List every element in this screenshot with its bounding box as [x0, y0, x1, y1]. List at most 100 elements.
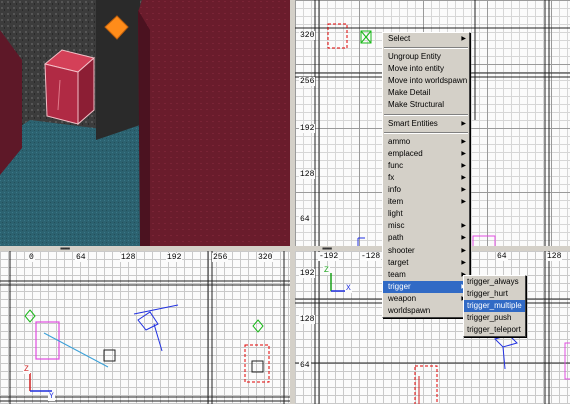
xy-label-128: 128 [299, 170, 316, 179]
submenu-arrow-icon: ▶ [461, 174, 466, 181]
submenu-item-trigger-hurt[interactable]: trigger_hurt [464, 288, 525, 300]
menu-item-label: Make Detail [388, 88, 431, 98]
menu-item-shooter[interactable]: shooter ▶ [383, 245, 469, 257]
submenu-arrow-icon: ▶ [461, 187, 466, 194]
menu-item-label: Ungroup Entity [388, 52, 441, 62]
entity-green-xz [24, 309, 264, 333]
menu-item-label: info [388, 185, 401, 195]
submenu-item-trigger-always[interactable]: trigger_always [464, 276, 525, 288]
vertical-splitter[interactable] [290, 0, 295, 404]
yz-axis-z: Z [323, 266, 330, 275]
trigger-submenu: trigger_always trigger_hurt trigger_multip… [463, 275, 526, 338]
entity-xy [360, 30, 372, 44]
yz-axis-x: X [345, 284, 352, 293]
xy-top-label-neg192: -192 [318, 252, 340, 261]
grid-view-xz[interactable]: 0 64 128 192 256 320 Z Y [0, 251, 290, 404]
menu-item-smart-entities[interactable]: Smart Entities ▶ [383, 118, 469, 130]
menu-item-ungroup-entity[interactable]: Ungroup Entity [383, 51, 469, 63]
angle-arrow-xz [133, 304, 179, 352]
submenu-arrow-icon: ▶ [461, 199, 466, 206]
menu-item-label: trigger_teleport [467, 325, 521, 335]
menu-item-label: Smart Entities [388, 118, 438, 128]
menu-item-misc[interactable]: misc ▶ [383, 220, 469, 232]
menu-item-label: Select [388, 34, 411, 43]
menu-item-make-structural[interactable]: Make Structural [383, 99, 469, 111]
menu-separator [384, 113, 468, 116]
menu-item-label: trigger [388, 281, 411, 291]
menu-item-label: trigger_push [467, 313, 512, 323]
xz-axis-y: Y [48, 392, 55, 401]
selected-brush-xz [244, 344, 270, 383]
trigger-entity-box [43, 49, 96, 126]
menu-item-label: path [388, 233, 404, 243]
menu-item-weapon[interactable]: weapon▶ [383, 293, 469, 305]
selected-brush-yz [414, 365, 438, 404]
xz-label-192: 192 [166, 253, 183, 262]
camera-3d-view[interactable] [0, 0, 290, 246]
submenu-arrow-icon: ▶ [461, 223, 466, 230]
submenu-arrow-icon: ▶ [461, 120, 466, 127]
menu-item-label: emplaced [388, 148, 423, 158]
menu-item-label: Make Structural [388, 100, 445, 110]
xz-label-64: 64 [75, 253, 87, 262]
xy-label-64: 64 [299, 215, 311, 224]
submenu-arrow-icon: ▶ [461, 247, 466, 254]
menu-item-label: func [388, 160, 404, 170]
menu-item-info[interactable]: info ▶ [383, 184, 469, 196]
menu-item-move-into-entity[interactable]: Move into entity [383, 63, 469, 75]
submenu-arrow-icon: ▶ [461, 235, 466, 242]
submenu-item-trigger-teleport[interactable]: trigger_teleport [464, 324, 525, 336]
xz-axis-z: Z [23, 365, 30, 374]
camera-scene [0, 0, 290, 246]
xz-brushes [0, 251, 290, 404]
menu-item-label: weapon [388, 293, 417, 303]
menu-item-ammo[interactable]: ammo ▶ [383, 136, 469, 148]
menu-item-label: team [388, 269, 406, 279]
menu-item-label: worldspawn [388, 305, 431, 315]
menu-item-label: target [388, 257, 409, 267]
menu-item-label: Move into worldspawn [388, 76, 468, 86]
menu-item-trigger[interactable]: trigger▶ [383, 280, 469, 293]
menu-item-target[interactable]: target ▶ [383, 257, 469, 269]
menu-item-team[interactable]: team▶ [383, 269, 469, 281]
menu-item-label: trigger_multiple [467, 301, 522, 311]
menu-separator [384, 47, 468, 50]
menu-item-light[interactable]: light [383, 208, 469, 220]
xz-label-0: 0 [28, 253, 35, 262]
menu-item-item[interactable]: item ▶ [383, 196, 469, 208]
menu-item-move-into-worldspawn[interactable]: Move into worldspawn [383, 75, 469, 87]
xy-top-label-128: 128 [546, 252, 563, 261]
xz-label-256: 256 [212, 253, 229, 262]
menu-item-func[interactable]: func ▶ [383, 160, 469, 172]
splitter-grip[interactable]: ▪▪▪▪▪ [60, 245, 70, 253]
menu-item-select[interactable]: Select ▶ [383, 33, 469, 45]
menu-item-path[interactable]: path ▶ [383, 232, 469, 244]
submenu-arrow-icon: ▶ [461, 36, 466, 42]
yz-label-64: 64 [299, 361, 311, 370]
menu-item-emplaced[interactable]: emplaced ▶ [383, 148, 469, 160]
menu-item-worldspawn[interactable]: worldspawn [383, 305, 469, 317]
submenu-item-trigger-multiple[interactable]: trigger_multiple [464, 300, 525, 313]
xy-top-label-64: 64 [496, 252, 508, 261]
xz-label-320: 320 [257, 253, 274, 262]
xy-label-256: 256 [299, 77, 316, 86]
submenu-arrow-icon: ▶ [461, 138, 466, 145]
menu-item-make-detail[interactable]: Make Detail [383, 87, 469, 99]
menu-item-label: ammo [388, 136, 411, 146]
yz-label-192: 192 [299, 269, 316, 278]
menu-item-label: trigger_always [467, 277, 519, 286]
menu-item-label: shooter [388, 245, 415, 255]
menu-item-fx[interactable]: fx ▶ [383, 172, 469, 184]
menu-item-label: Move into entity [388, 64, 445, 74]
menu-item-label: item [388, 197, 404, 207]
menu-item-label: misc [388, 221, 405, 231]
xy-top-label-neg128: -128 [360, 252, 382, 261]
axis-gizmo-xz [29, 373, 52, 392]
submenu-item-trigger-push[interactable]: trigger_push [464, 312, 525, 324]
submenu-arrow-icon: ▶ [461, 150, 466, 157]
xz-label-128: 128 [120, 253, 137, 262]
splitter-grip-right[interactable]: ▪▪▪▪▪ [322, 245, 332, 253]
horizontal-splitter[interactable] [0, 246, 570, 251]
yz-label-128: 128 [299, 315, 316, 324]
xy-label-320: 320 [299, 31, 316, 40]
